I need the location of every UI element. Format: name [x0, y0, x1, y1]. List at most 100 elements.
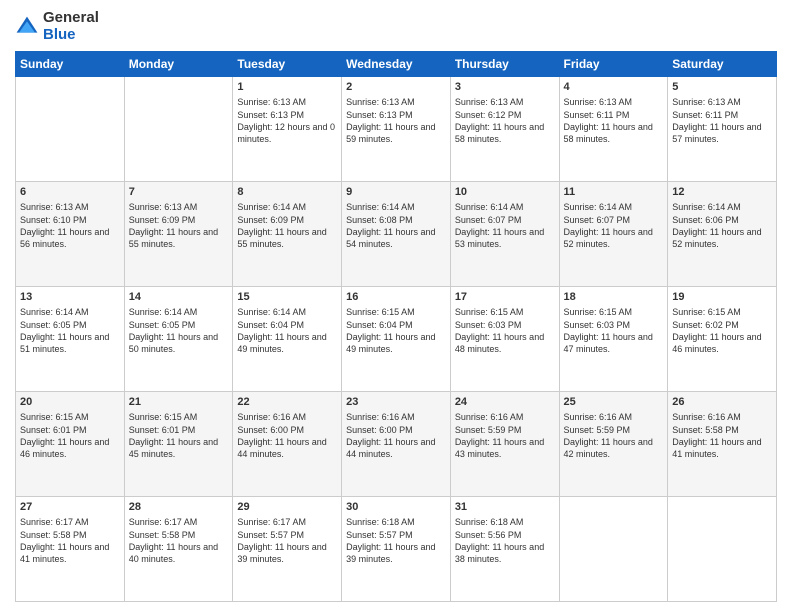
- day-content: Sunrise: 6:16 AM Sunset: 5:58 PM Dayligh…: [672, 411, 772, 460]
- page: General Blue SundayMondayTuesdayWednesda…: [0, 0, 792, 612]
- calendar-cell: 19Sunrise: 6:15 AM Sunset: 6:02 PM Dayli…: [668, 287, 777, 392]
- logo-icon: [15, 15, 39, 39]
- calendar-cell: 27Sunrise: 6:17 AM Sunset: 5:58 PM Dayli…: [16, 497, 125, 602]
- week-row-5: 27 Sunrise: 6:17 AM Sunset: 5:58 PM Dayli…: [16, 497, 777, 602]
- day-number: 24: [455, 395, 555, 410]
- calendar-cell: 8Sunrise: 6:14 AM Sunset: 6:09 PM Daylig…: [233, 182, 342, 287]
- calendar-table: SundayMondayTuesdayWednesdayThursdayFrid…: [15, 51, 777, 602]
- calendar-cell: 22Sunrise: 6:16 AM Sunset: 6:00 PM Dayli…: [233, 392, 342, 497]
- day-number: 31: [455, 500, 555, 515]
- day-number: 10: [455, 185, 555, 200]
- week-row-3: 13Sunrise: 6:14 AM Sunset: 6:05 PM Dayli…: [16, 287, 777, 392]
- logo: General Blue: [15, 10, 99, 43]
- calendar-cell: 18Sunrise: 6:15 AM Sunset: 6:03 PM Dayli…: [559, 287, 668, 392]
- calendar-cell: 25Sunrise: 6:16 AM Sunset: 5:59 PM Dayli…: [559, 392, 668, 497]
- day-number: 20: [20, 395, 120, 410]
- day-content: Sunrise: 6:16 AM Sunset: 6:00 PM Dayligh…: [237, 411, 337, 460]
- day-content: Sunrise: 6:15 AM Sunset: 6:03 PM Dayligh…: [564, 306, 664, 355]
- day-content: Sunrise: 6:14 AM Sunset: 6:05 PM Dayligh…: [129, 306, 229, 355]
- logo-text: General Blue: [43, 10, 99, 43]
- day-number: 7: [129, 185, 229, 200]
- day-content: Sunrise: 6:16 AM Sunset: 5:59 PM Dayligh…: [564, 411, 664, 460]
- day-number: 14: [129, 290, 229, 305]
- calendar-cell: 14Sunrise: 6:14 AM Sunset: 6:05 PM Dayli…: [124, 287, 233, 392]
- day-content: Sunrise: 6:13 AM Sunset: 6:09 PM Dayligh…: [129, 201, 229, 250]
- calendar-cell: 30Sunrise: 6:18 AM Sunset: 5:57 PM Dayli…: [342, 497, 451, 602]
- day-content: Sunrise: 6:14 AM Sunset: 6:04 PM Dayligh…: [237, 306, 337, 355]
- day-number: 23: [346, 395, 446, 410]
- day-number: 17: [455, 290, 555, 305]
- day-content: Sunrise: 6:15 AM Sunset: 6:01 PM Dayligh…: [129, 411, 229, 460]
- calendar-cell: 23Sunrise: 6:16 AM Sunset: 6:00 PM Dayli…: [342, 392, 451, 497]
- day-content: Sunrise: 6:13 AM Sunset: 6:13 PM Dayligh…: [346, 96, 446, 145]
- day-number: 3: [455, 80, 555, 95]
- day-number: 15: [237, 290, 337, 305]
- calendar-cell: 6Sunrise: 6:13 AM Sunset: 6:10 PM Daylig…: [16, 182, 125, 287]
- calendar-cell: 21Sunrise: 6:15 AM Sunset: 6:01 PM Dayli…: [124, 392, 233, 497]
- col-header-sunday: Sunday: [16, 52, 125, 77]
- day-content: Sunrise: 6:13 AM Sunset: 6:10 PM Dayligh…: [20, 201, 120, 250]
- week-row-4: 20Sunrise: 6:15 AM Sunset: 6:01 PM Dayli…: [16, 392, 777, 497]
- day-number: 27: [20, 500, 120, 515]
- day-number: 9: [346, 185, 446, 200]
- day-number: 16: [346, 290, 446, 305]
- day-number: 29: [237, 500, 337, 515]
- day-number: 6: [20, 185, 120, 200]
- day-content: Sunrise: 6:14 AM Sunset: 6:07 PM Dayligh…: [455, 201, 555, 250]
- day-content: Sunrise: 6:15 AM Sunset: 6:04 PM Dayligh…: [346, 306, 446, 355]
- calendar-cell: 29Sunrise: 6:17 AM Sunset: 5:57 PM Dayli…: [233, 497, 342, 602]
- day-number: 19: [672, 290, 772, 305]
- week-row-2: 6Sunrise: 6:13 AM Sunset: 6:10 PM Daylig…: [16, 182, 777, 287]
- col-header-friday: Friday: [559, 52, 668, 77]
- calendar-cell: 1Sunrise: 6:13 AM Sunset: 6:13 PM Daylig…: [233, 77, 342, 182]
- day-number: 28: [129, 500, 229, 515]
- calendar-cell: 20Sunrise: 6:15 AM Sunset: 6:01 PM Dayli…: [16, 392, 125, 497]
- calendar-cell: 24Sunrise: 6:16 AM Sunset: 5:59 PM Dayli…: [450, 392, 559, 497]
- calendar-cell: 3Sunrise: 6:13 AM Sunset: 6:12 PM Daylig…: [450, 77, 559, 182]
- calendar-cell: 13Sunrise: 6:14 AM Sunset: 6:05 PM Dayli…: [16, 287, 125, 392]
- calendar-cell: 26Sunrise: 6:16 AM Sunset: 5:58 PM Dayli…: [668, 392, 777, 497]
- calendar-cell: [16, 77, 125, 182]
- day-number: 25: [564, 395, 664, 410]
- col-header-saturday: Saturday: [668, 52, 777, 77]
- calendar-cell: 17Sunrise: 6:15 AM Sunset: 6:03 PM Dayli…: [450, 287, 559, 392]
- day-number: 26: [672, 395, 772, 410]
- day-content: Sunrise: 6:17 AM Sunset: 5:58 PM Dayligh…: [129, 516, 229, 565]
- day-content: Sunrise: 6:15 AM Sunset: 6:02 PM Dayligh…: [672, 306, 772, 355]
- day-content: Sunrise: 6:13 AM Sunset: 6:13 PM Dayligh…: [237, 96, 337, 145]
- header-row: SundayMondayTuesdayWednesdayThursdayFrid…: [16, 52, 777, 77]
- day-number: 5: [672, 80, 772, 95]
- day-content: Sunrise: 6:13 AM Sunset: 6:12 PM Dayligh…: [455, 96, 555, 145]
- calendar-header: SundayMondayTuesdayWednesdayThursdayFrid…: [16, 52, 777, 77]
- calendar-cell: [668, 497, 777, 602]
- calendar-cell: 2Sunrise: 6:13 AM Sunset: 6:13 PM Daylig…: [342, 77, 451, 182]
- calendar-cell: 28Sunrise: 6:17 AM Sunset: 5:58 PM Dayli…: [124, 497, 233, 602]
- calendar-cell: [124, 77, 233, 182]
- day-content: Sunrise: 6:18 AM Sunset: 5:57 PM Dayligh…: [346, 516, 446, 565]
- day-content: Sunrise: 6:18 AM Sunset: 5:56 PM Dayligh…: [455, 516, 555, 565]
- day-content: Sunrise: 6:13 AM Sunset: 6:11 PM Dayligh…: [564, 96, 664, 145]
- calendar-cell: 4Sunrise: 6:13 AM Sunset: 6:11 PM Daylig…: [559, 77, 668, 182]
- calendar-cell: 12Sunrise: 6:14 AM Sunset: 6:06 PM Dayli…: [668, 182, 777, 287]
- day-number: 22: [237, 395, 337, 410]
- day-content: Sunrise: 6:15 AM Sunset: 6:03 PM Dayligh…: [455, 306, 555, 355]
- calendar-cell: [559, 497, 668, 602]
- day-number: 18: [564, 290, 664, 305]
- col-header-thursday: Thursday: [450, 52, 559, 77]
- week-row-1: 1Sunrise: 6:13 AM Sunset: 6:13 PM Daylig…: [16, 77, 777, 182]
- calendar-cell: 15Sunrise: 6:14 AM Sunset: 6:04 PM Dayli…: [233, 287, 342, 392]
- calendar-cell: 11Sunrise: 6:14 AM Sunset: 6:07 PM Dayli…: [559, 182, 668, 287]
- day-number: 21: [129, 395, 229, 410]
- day-number: 2: [346, 80, 446, 95]
- day-content: Sunrise: 6:14 AM Sunset: 6:06 PM Dayligh…: [672, 201, 772, 250]
- day-content: Sunrise: 6:14 AM Sunset: 6:08 PM Dayligh…: [346, 201, 446, 250]
- col-header-wednesday: Wednesday: [342, 52, 451, 77]
- calendar-cell: 31Sunrise: 6:18 AM Sunset: 5:56 PM Dayli…: [450, 497, 559, 602]
- day-number: 11: [564, 185, 664, 200]
- day-content: Sunrise: 6:16 AM Sunset: 5:59 PM Dayligh…: [455, 411, 555, 460]
- calendar-body: 1Sunrise: 6:13 AM Sunset: 6:13 PM Daylig…: [16, 77, 777, 602]
- day-number: 1: [237, 80, 337, 95]
- col-header-tuesday: Tuesday: [233, 52, 342, 77]
- day-content: Sunrise: 6:15 AM Sunset: 6:01 PM Dayligh…: [20, 411, 120, 460]
- day-content: Sunrise: 6:14 AM Sunset: 6:09 PM Dayligh…: [237, 201, 337, 250]
